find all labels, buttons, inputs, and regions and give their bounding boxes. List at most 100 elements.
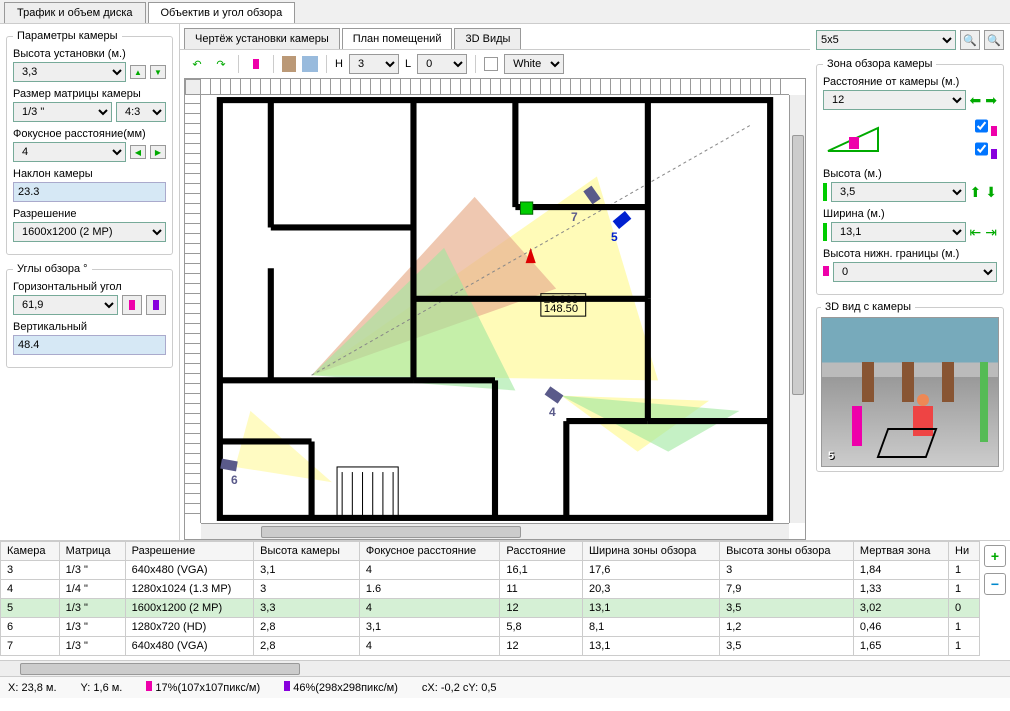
- zoom-out-icon[interactable]: 🔍: [984, 30, 1004, 50]
- zone-width-select[interactable]: 13,1: [831, 222, 966, 242]
- h-label: H: [335, 58, 343, 70]
- table-row[interactable]: 61/3 "1280x720 (HD)2,83,15,88,11,20,461: [1, 618, 980, 637]
- dist-left-icon[interactable]: ⬅: [970, 92, 982, 109]
- undo-icon[interactable]: ↶: [188, 55, 206, 73]
- pink-person-icon: [991, 126, 997, 136]
- v-angle-label: Вертикальный: [13, 321, 166, 333]
- person-icon[interactable]: [247, 55, 265, 73]
- pink-person-checkbox[interactable]: [975, 116, 988, 136]
- dist-right-icon[interactable]: ➡: [985, 92, 997, 109]
- table-header[interactable]: Разрешение: [125, 542, 253, 561]
- top-tabs: Трафик и объем диска Объектив и угол обз…: [0, 0, 1010, 24]
- table-row[interactable]: 41/4 "1280x1024 (1.3 MP)31.61120,37,91,3…: [1, 580, 980, 599]
- tilt-label: Наклон камеры: [13, 168, 166, 180]
- table-header[interactable]: Расстояние: [500, 542, 583, 561]
- resolution-label: Разрешение: [13, 208, 166, 220]
- add-row-button[interactable]: +: [984, 545, 1006, 567]
- table-header[interactable]: Фокусное расстояние: [359, 542, 500, 561]
- people-purple-icon[interactable]: [146, 295, 166, 315]
- ruler-vertical: [185, 95, 201, 523]
- table-row[interactable]: 51/3 "1600x1200 (2 MP)3,341213,13,53,020: [1, 599, 980, 618]
- camera-label-6: 6: [231, 473, 238, 487]
- ruler-horizontal: [201, 79, 789, 95]
- focal-select[interactable]: 4: [13, 142, 126, 162]
- status-y: Y: 1,6 м.: [81, 682, 123, 694]
- svg-text:148.50: 148.50: [544, 303, 578, 315]
- zone-width-label: Ширина (м.): [823, 208, 997, 220]
- plan-canvas[interactable]: ±0.000 148.50 4 5 6 7: [184, 78, 806, 540]
- color-select[interactable]: White: [504, 54, 564, 74]
- left-panel: Параметры камеры Высота установки (м.) 3…: [0, 24, 180, 540]
- width-bar-icon: [823, 223, 827, 241]
- aspect-select[interactable]: 4:3: [116, 102, 166, 122]
- distance-label: Расстояние от камеры (м.): [823, 76, 997, 88]
- height-up-icon[interactable]: ▲: [130, 65, 146, 79]
- tilt-value: [13, 182, 166, 202]
- status-x: X: 23,8 м.: [8, 682, 57, 694]
- camera-table-area: КамераМатрицаРазрешениеВысота камерыФоку…: [0, 540, 1010, 660]
- tab-3d[interactable]: 3D Виды: [454, 28, 521, 49]
- status-pink-icon: [146, 681, 152, 691]
- status-cxy: cX: -0,2 cY: 0,5: [422, 682, 497, 694]
- width-in-icon[interactable]: ⇤: [970, 224, 982, 241]
- center-panel: Чертёж установки камеры План помещений 3…: [180, 24, 810, 540]
- lower-select[interactable]: 0: [833, 262, 997, 282]
- lower-bound-icon: [823, 266, 829, 279]
- box-icon[interactable]: [302, 56, 318, 72]
- table-header[interactable]: Ширина зоны обзора: [582, 542, 719, 561]
- zone-height-select[interactable]: 3,5: [831, 182, 966, 202]
- fov-title: Углы обзора °: [13, 263, 92, 275]
- canvas-scroll-v[interactable]: [789, 95, 805, 523]
- height-bar-icon: [823, 183, 827, 201]
- h-angle-select[interactable]: 61,9: [13, 295, 118, 315]
- frustum-icon: [823, 123, 883, 155]
- tab-traffic[interactable]: Трафик и объем диска: [4, 2, 146, 23]
- distance-select[interactable]: 12: [823, 90, 966, 110]
- resolution-select[interactable]: 1600x1200 (2 MP): [13, 222, 166, 242]
- door-icon[interactable]: [282, 56, 296, 72]
- zoom-in-icon[interactable]: 🔍: [960, 30, 980, 50]
- people-pink-icon[interactable]: [122, 295, 142, 315]
- table-header[interactable]: Матрица: [59, 542, 125, 561]
- focal-right-icon[interactable]: ▶: [150, 145, 166, 159]
- tab-plan[interactable]: План помещений: [342, 28, 453, 49]
- right-panel: 5x5 🔍 🔍 Зона обзора камеры Расстояние от…: [810, 24, 1010, 540]
- redo-icon[interactable]: ↷: [212, 55, 230, 73]
- install-height-select[interactable]: 3,3: [13, 62, 126, 82]
- camera-params-title: Параметры камеры: [13, 30, 122, 42]
- table-row[interactable]: 71/3 "640x480 (VGA)2,841213,13,51,651: [1, 637, 980, 656]
- status-pink-text: 17%(107x107пикс/м): [155, 682, 260, 694]
- height-up-icon[interactable]: ⬆: [970, 184, 982, 201]
- floorplan-svg: ±0.000 148.50: [201, 95, 789, 523]
- table-header[interactable]: Высота камеры: [254, 542, 360, 561]
- camera-label-4: 4: [549, 405, 556, 419]
- sensor-size-select[interactable]: 1/3 ": [13, 102, 112, 122]
- status-bar: X: 23,8 м. Y: 1,6 м. 17%(107x107пикс/м) …: [0, 676, 1010, 698]
- status-purple-text: 46%(298x298пикс/м): [293, 682, 398, 694]
- table-row[interactable]: 31/3 "640x480 (VGA)3,1416,117,631,841: [1, 561, 980, 580]
- tab-drawing[interactable]: Чертёж установки камеры: [184, 28, 340, 49]
- height-down-icon[interactable]: ⬇: [985, 184, 997, 201]
- focal-left-icon[interactable]: ◀: [130, 145, 146, 159]
- h-select[interactable]: 3: [349, 54, 399, 74]
- canvas-scroll-h[interactable]: [201, 523, 789, 539]
- focal-label: Фокусное расстояние(мм): [13, 128, 166, 140]
- table-header[interactable]: Камера: [1, 542, 60, 561]
- h-angle-label: Горизонтальный угол: [13, 281, 166, 293]
- table-header[interactable]: Ни: [949, 542, 980, 561]
- remove-row-button[interactable]: −: [984, 573, 1006, 595]
- center-tabs: Чертёж установки камеры План помещений 3…: [180, 24, 810, 50]
- grid-size-select[interactable]: 5x5: [816, 30, 956, 50]
- table-header[interactable]: Мертвая зона: [853, 542, 948, 561]
- tab-lens[interactable]: Объектив и угол обзора: [148, 2, 296, 23]
- table-scroll-h[interactable]: [0, 660, 1010, 676]
- l-label: L: [405, 58, 411, 70]
- width-out-icon[interactable]: ⇥: [985, 224, 997, 241]
- install-height-label: Высота установки (м.): [13, 48, 166, 60]
- person-pink-3d: [852, 406, 862, 446]
- table-header[interactable]: Высота зоны обзора: [720, 542, 854, 561]
- purple-person-checkbox[interactable]: [975, 139, 988, 159]
- l-select[interactable]: 0: [417, 54, 467, 74]
- preview-3d[interactable]: 5: [821, 317, 999, 467]
- height-down-icon[interactable]: ▼: [150, 65, 166, 79]
